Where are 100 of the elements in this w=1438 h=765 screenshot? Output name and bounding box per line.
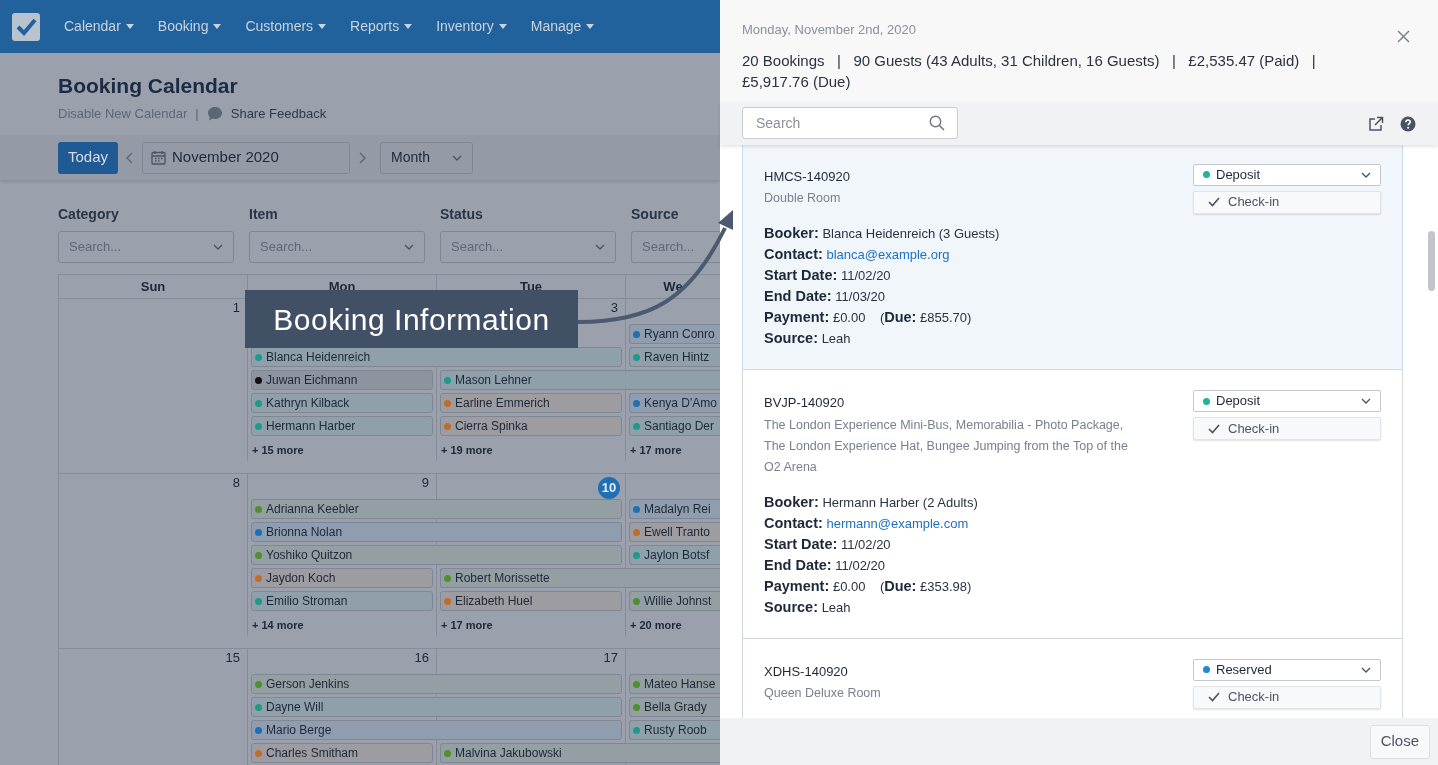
check-in-button[interactable]: Check-in: [1193, 417, 1381, 440]
event-bar[interactable]: Mario Berge: [251, 720, 622, 740]
caret-icon: [213, 24, 222, 29]
previous-icon[interactable]: [126, 151, 135, 164]
event-bar[interactable]: Kathryn Kilback: [251, 393, 433, 413]
logo-icon[interactable]: [12, 12, 40, 41]
nav-menu[interactable]: Reports: [350, 16, 413, 37]
nav-menu[interactable]: Inventory: [436, 16, 507, 37]
booking-items: The London Experience Mini-Bus, Memorabilia - Photo Package, The London Experience Hat, Bungee Jumping from the Top of the O2 Arena: [764, 416, 1129, 476]
event-bar[interactable]: Brionna Nolan: [251, 522, 622, 542]
event-bar[interactable]: Yoshiko Quitzon: [251, 545, 622, 565]
month-value: November 2020: [172, 147, 279, 168]
month-field[interactable]: November 2020: [142, 141, 351, 174]
check-icon: [1208, 197, 1220, 207]
field-value: £0.00 (Due: £353.98): [832, 578, 972, 594]
day-number: 15: [225, 649, 241, 667]
event-bar[interactable]: Santiago Der: [629, 416, 720, 436]
field-label: Booker:: [764, 493, 819, 510]
more-link[interactable]: + 14 more: [248, 613, 304, 636]
event-bar[interactable]: Willie Johnst: [629, 591, 720, 611]
event-bar[interactable]: Ewell Tranto: [629, 522, 720, 542]
search-field[interactable]: Search: [742, 107, 958, 139]
event-bar[interactable]: Robert Morissette: [440, 568, 720, 588]
view-select[interactable]: Month: [380, 141, 474, 174]
field-label: Payment:: [764, 309, 830, 325]
field-label: Source:: [764, 330, 818, 346]
nav-menu[interactable]: Customers: [245, 16, 327, 37]
speech-bubble-icon: [206, 106, 223, 122]
booking-items: Queen Deluxe Room: [764, 685, 882, 702]
event-bar[interactable]: Raven Hintz: [629, 347, 720, 367]
more-link[interactable]: + 19 more: [437, 438, 493, 461]
chevron-icon: [595, 244, 605, 250]
day-number: 3: [610, 299, 619, 317]
calendar-icon: [151, 150, 167, 165]
event-bar[interactable]: Cierra Spinka: [440, 416, 622, 436]
email-link[interactable]: blanca@example.org: [826, 247, 950, 262]
field-label: Start Date:: [764, 267, 838, 283]
event-bar[interactable]: Jaydon Koch: [251, 568, 433, 588]
nav-menu[interactable]: Calendar: [64, 16, 134, 37]
filter-label: Item: [249, 205, 279, 224]
chevron-icon: [213, 244, 223, 250]
event-bar[interactable]: Adrianna Keebler: [251, 499, 622, 519]
event-bar[interactable]: Ryann Conro: [629, 324, 720, 344]
close-button[interactable]: Close: [1369, 724, 1430, 759]
check-in-button[interactable]: Check-in: [1193, 685, 1381, 709]
booking-card[interactable]: [742, 370, 1403, 639]
event-bar[interactable]: Dayne Will: [251, 697, 622, 717]
booking-card[interactable]: HMCS-140920 Double Room Booker: Blanca Heidenreich (3 Guests) Contact: blanca@example.org Start Date: 11/02/20 End Date: 11/03/20 Payment: £0.00 (Due: £855.70) Source: Leah Deposit Check-in: [742, 144, 1403, 370]
event-bar[interactable]: Rusty Roob: [629, 720, 720, 740]
field-label: Source:: [764, 598, 818, 615]
more-link[interactable]: + 20 more: [626, 613, 682, 636]
event-bar[interactable]: Malvina Jakubowski: [440, 743, 720, 763]
caret-icon: [498, 24, 507, 29]
email-link[interactable]: hermann@example.com: [826, 515, 969, 531]
day-number: 1: [232, 299, 241, 317]
field-value: Leah: [821, 331, 851, 346]
nav-menu[interactable]: Manage: [530, 16, 595, 37]
chevron-icon: [1361, 171, 1371, 178]
filter-label: Source: [631, 205, 680, 224]
share-feedback-link[interactable]: Share Feedback: [230, 104, 327, 124]
status-select[interactable]: Deposit: [1193, 163, 1381, 186]
day-number: 8: [232, 474, 241, 492]
event-bar[interactable]: Jaylon Botsf: [629, 545, 720, 565]
event-bar[interactable]: Mason Lehner: [440, 370, 720, 390]
page-title: Booking Calendar: [58, 73, 239, 99]
next-icon[interactable]: [358, 151, 367, 164]
caret-icon: [125, 24, 134, 29]
event-bar[interactable]: Madalyn Rei: [629, 499, 720, 519]
nav-menu[interactable]: Booking: [157, 16, 222, 37]
event-bar[interactable]: Blanca Heidenreich: [251, 347, 622, 367]
more-link[interactable]: + 17 more: [437, 613, 493, 636]
more-link[interactable]: + 15 more: [248, 438, 304, 461]
day-number: 17: [603, 649, 619, 667]
status-select[interactable]: Deposit: [1193, 390, 1381, 412]
event-bar[interactable]: Charles Smitham: [251, 743, 433, 763]
chevron-icon: [404, 244, 414, 250]
event-bar[interactable]: Hermann Harber: [251, 416, 433, 436]
event-bar[interactable]: Bella Grady: [629, 697, 720, 717]
booking-code: BVJP-140920: [764, 394, 846, 412]
scrollbar[interactable]: [1428, 230, 1435, 291]
event-bar[interactable]: Elizabeth Huel: [440, 591, 622, 611]
event-bar[interactable]: Gerson Jenkins: [251, 674, 622, 694]
today-button[interactable]: Today: [58, 141, 119, 174]
chevron-icon: [452, 154, 463, 161]
event-bar[interactable]: Emilio Stroman: [251, 591, 433, 611]
chevron-icon: [1361, 398, 1371, 404]
event-bar[interactable]: Mateo Hanse: [629, 674, 720, 694]
separator: |: [195, 105, 199, 124]
today-date: 10: [598, 477, 620, 499]
status-select[interactable]: Reserved: [1193, 658, 1381, 681]
field-value: £0.00 (Due: £855.70): [832, 310, 972, 325]
field-label: End Date:: [764, 556, 832, 573]
field-label: Contact:: [764, 514, 823, 531]
more-link[interactable]: + 17 more: [626, 438, 682, 461]
event-bar[interactable]: Kenya D'Amo: [629, 393, 720, 413]
caret-icon: [318, 24, 327, 29]
check-in-button[interactable]: Check-in: [1193, 190, 1381, 214]
event-bar[interactable]: Earline Emmerich: [440, 393, 622, 413]
field-value: 11/02/20: [840, 268, 891, 283]
event-bar[interactable]: Juwan Eichmann: [251, 370, 433, 390]
